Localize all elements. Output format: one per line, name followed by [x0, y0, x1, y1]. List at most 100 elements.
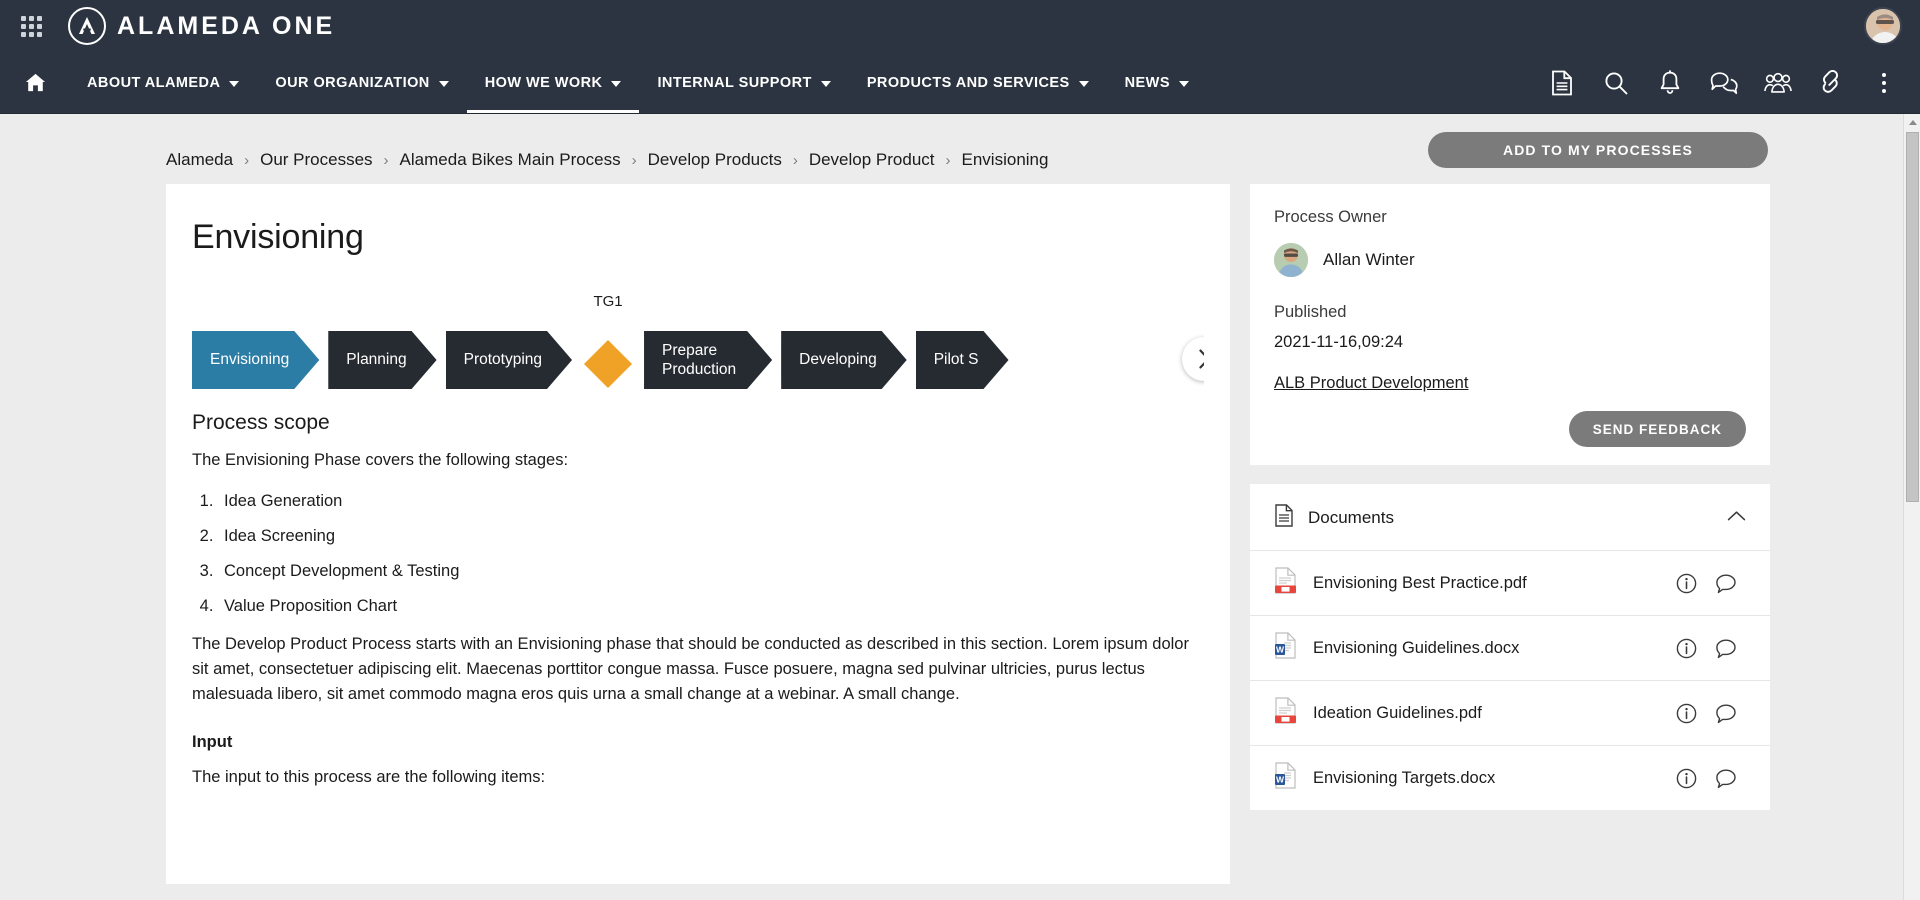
breadcrumb-item-develop-products[interactable]: Develop Products: [648, 150, 782, 170]
info-icon[interactable]: [1666, 768, 1706, 789]
document-name: Ideation Guidelines.pdf: [1313, 703, 1482, 722]
list-item: Value Proposition Chart: [218, 597, 1204, 616]
docx-file-icon: W: [1274, 762, 1297, 794]
flow-step-prototyping[interactable]: Prototyping: [446, 331, 572, 389]
nav-item-about-alameda[interactable]: ABOUT ALAMEDA: [69, 52, 257, 113]
people-icon[interactable]: [1764, 69, 1792, 97]
related-process-link[interactable]: ALB Product Development: [1274, 374, 1468, 393]
nav-items: ABOUT ALAMEDA OUR ORGANIZATION HOW WE WO…: [0, 52, 1207, 113]
alameda-logo-icon: [68, 7, 106, 45]
documents-header[interactable]: Documents: [1250, 484, 1770, 550]
page-body: Alameda › Our Processes › Alameda Bikes …: [0, 114, 1920, 900]
breadcrumb-separator: ›: [244, 151, 250, 169]
apps-grid-icon[interactable]: [14, 9, 48, 43]
comment-icon[interactable]: [1706, 768, 1746, 789]
input-heading: Input: [192, 733, 233, 752]
add-to-my-processes-button[interactable]: ADD TO MY PROCESSES: [1428, 132, 1768, 168]
document-name: Envisioning Targets.docx: [1313, 768, 1496, 787]
document-row-ideation-guidelines[interactable]: Ideation Guidelines.pdf: [1250, 680, 1770, 745]
flow-step-prepare-production[interactable]: Prepare Production: [644, 331, 772, 389]
info-icon[interactable]: [1666, 638, 1706, 659]
flow-step-developing[interactable]: Developing: [781, 331, 907, 389]
nav-item-internal-support[interactable]: INTERNAL SUPPORT: [639, 52, 848, 113]
nav-item-our-organization[interactable]: OUR ORGANIZATION: [257, 52, 466, 113]
document-name: Envisioning Best Practice.pdf: [1313, 573, 1527, 592]
process-flow-diagram: Envisioning Planning Prototyping TG1 Pre…: [192, 293, 1204, 389]
document-name: Envisioning Guidelines.docx: [1313, 638, 1520, 657]
flow-step-label: Prototyping: [463, 351, 543, 369]
documents-panel: Documents Envisioning Best Practice.pdf …: [1250, 484, 1770, 810]
breadcrumb-separator: ›: [631, 151, 637, 169]
svg-text:W: W: [1276, 645, 1285, 655]
document-row-envisioning-guidelines[interactable]: W Envisioning Guidelines.docx: [1250, 615, 1770, 680]
bell-icon[interactable]: [1656, 69, 1684, 97]
kebab-menu-icon[interactable]: [1872, 69, 1896, 97]
chevron-down-icon: [611, 80, 622, 87]
nav-item-how-we-work[interactable]: HOW WE WORK: [466, 52, 640, 113]
breadcrumb-item-alameda-bikes-main-process[interactable]: Alameda Bikes Main Process: [400, 150, 621, 170]
feedback-row: SEND FEEDBACK: [1274, 411, 1746, 447]
nav-label: OUR ORGANIZATION: [275, 74, 430, 91]
pdf-file-icon: [1274, 697, 1297, 729]
link-icon[interactable]: [1818, 69, 1846, 97]
comment-icon[interactable]: [1706, 703, 1746, 724]
process-owner-label: Process Owner: [1274, 208, 1387, 226]
document-icon[interactable]: [1548, 69, 1576, 97]
breadcrumb-item-develop-product[interactable]: Develop Product: [809, 150, 935, 170]
send-feedback-button[interactable]: SEND FEEDBACK: [1568, 411, 1746, 447]
flow-step-label: Envisioning: [210, 351, 290, 369]
nav-action-icons: [1548, 52, 1902, 113]
search-icon[interactable]: [1602, 69, 1630, 97]
breadcrumb-item-alameda[interactable]: Alameda: [166, 150, 233, 170]
process-description: The Develop Product Process starts with …: [192, 635, 1189, 704]
nav-label: INTERNAL SUPPORT: [657, 74, 812, 91]
input-intro: The input to this process are the follow…: [192, 768, 546, 787]
sidebar: Process Owner Allan Winter Published 202…: [1250, 184, 1770, 810]
chevron-up-icon[interactable]: [1727, 509, 1746, 527]
chevron-down-icon: [1178, 80, 1189, 87]
flow-step-label: Prepare Production: [662, 341, 737, 378]
brand-bar: ALAMEDA ONE: [0, 0, 1920, 52]
nav-item-news[interactable]: NEWS: [1107, 52, 1207, 113]
breadcrumb-separator: ›: [945, 151, 951, 169]
nav-item-products-and-services[interactable]: PRODUCTS AND SERVICES: [849, 52, 1107, 113]
breadcrumb-item-envisioning: Envisioning: [961, 150, 1049, 169]
brand-name: ALAMEDA ONE: [117, 11, 336, 40]
chevron-down-icon: [229, 80, 240, 87]
info-icon[interactable]: [1666, 573, 1706, 594]
breadcrumb-separator: ›: [383, 151, 389, 169]
page-scrollbar[interactable]: [1903, 114, 1920, 900]
scroll-thumb[interactable]: [1906, 132, 1919, 502]
flow-step-envisioning[interactable]: Envisioning: [192, 331, 319, 389]
docx-file-icon: W: [1274, 632, 1297, 664]
process-detail-card: Envisioning Envisioning Planning Prototy…: [166, 184, 1230, 884]
breadcrumb-row: Alameda › Our Processes › Alameda Bikes …: [0, 114, 1920, 184]
process-owner-row[interactable]: Allan Winter: [1274, 243, 1746, 277]
documents-title: Documents: [1308, 508, 1394, 527]
flow-step-pilot-series[interactable]: Pilot S: [916, 331, 1009, 389]
process-owner-name: Allan Winter: [1323, 250, 1415, 269]
comment-icon[interactable]: [1706, 638, 1746, 659]
brand-logo[interactable]: ALAMEDA ONE: [68, 7, 335, 45]
nav-label: PRODUCTS AND SERVICES: [866, 74, 1070, 91]
flow-gate-diamond-icon[interactable]: [583, 339, 633, 389]
process-flow-steps: Envisioning Planning Prototyping TG1 Pre…: [192, 293, 1204, 389]
document-row-envisioning-best-practice[interactable]: Envisioning Best Practice.pdf: [1250, 550, 1770, 615]
svg-text:W: W: [1276, 775, 1285, 785]
info-icon[interactable]: [1666, 703, 1706, 724]
avatar: [1274, 243, 1308, 277]
published-label: Published: [1274, 303, 1347, 321]
scroll-up-arrow-icon[interactable]: [1904, 114, 1920, 131]
chat-icon[interactable]: [1710, 69, 1738, 97]
home-icon[interactable]: [0, 52, 69, 113]
chevron-down-icon: [438, 80, 449, 87]
comment-icon[interactable]: [1706, 573, 1746, 594]
list-item: Concept Development & Testing: [218, 562, 1204, 581]
pdf-file-icon: [1274, 567, 1297, 599]
flow-step-planning[interactable]: Planning: [328, 331, 436, 389]
stages-list: Idea Generation Idea Screening Concept D…: [192, 492, 1204, 616]
page-title: Envisioning: [192, 218, 364, 256]
document-row-envisioning-targets[interactable]: W Envisioning Targets.docx: [1250, 745, 1770, 810]
breadcrumb-item-our-processes[interactable]: Our Processes: [260, 150, 372, 170]
user-avatar[interactable]: [1864, 7, 1902, 45]
